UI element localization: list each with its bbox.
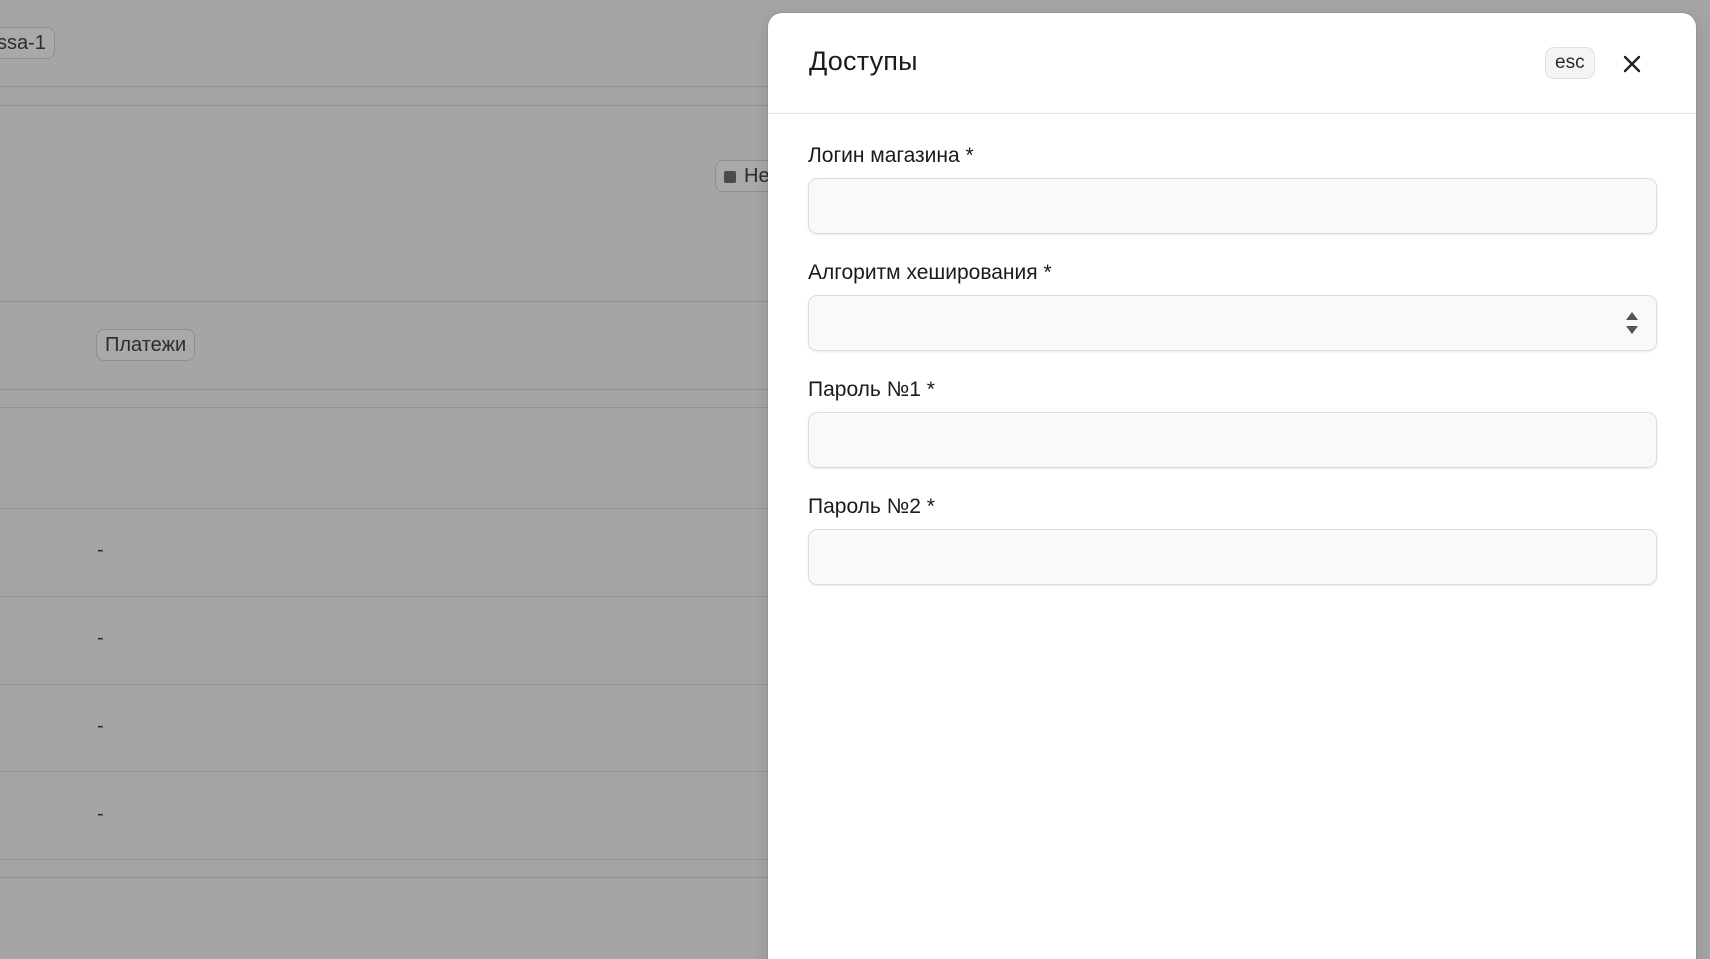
divider [0,859,790,860]
divider [0,407,790,408]
close-icon [1623,55,1641,73]
divider [0,877,790,878]
instance-chip: ssa-1 [0,27,55,59]
field-password-1: Пароль №1 * [808,378,1657,468]
divider [0,105,790,106]
divider [0,301,790,302]
divider [0,684,790,685]
esc-hint-button[interactable]: esc [1545,47,1595,79]
store-login-input[interactable] [808,178,1657,234]
payments-chip: Платежи [96,329,196,361]
password-2-input[interactable] [808,529,1657,585]
row-value: - [97,715,104,737]
divider [0,596,790,597]
field-hash-algorithm: Алгоритм хеширования * [808,261,1657,351]
divider [0,389,790,390]
store-login-label: Логин магазина * [808,144,974,167]
password-2-label: Пароль №2 * [808,495,935,518]
row-value: - [97,803,104,825]
field-store-login: Логин магазина * [808,144,1657,234]
drawer-form: Логин магазина * Алгоритм хеширования * … [768,114,1696,585]
password-1-label: Пароль №1 * [808,378,935,401]
drawer-header: Доступы esc [768,13,1696,114]
hash-algorithm-value [808,295,1657,351]
close-button[interactable] [1617,49,1647,79]
status-square-icon [724,170,736,183]
hash-algorithm-label: Алгоритм хеширования * [808,261,1052,284]
field-password-2: Пароль №2 * [808,495,1657,585]
select-arrows-icon [1626,312,1638,334]
hash-algorithm-select[interactable] [808,295,1657,351]
row-value: - [97,627,104,649]
divider [0,508,790,509]
divider [0,86,790,87]
row-value: - [97,539,104,561]
access-drawer: Доступы esc Логин магазина * Алгоритм хе… [768,13,1696,959]
drawer-title: Доступы [809,46,918,76]
divider [0,771,790,772]
password-1-input[interactable] [808,412,1657,468]
